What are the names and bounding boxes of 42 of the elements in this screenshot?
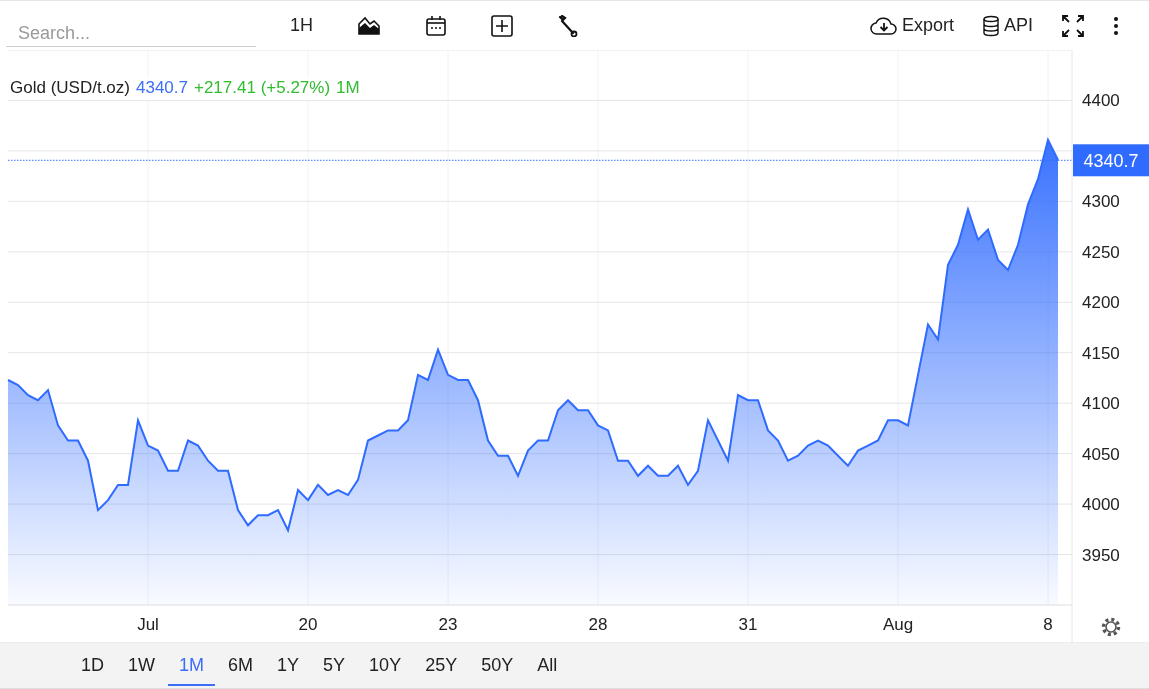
range-tab[interactable]: 25Y bbox=[414, 645, 469, 686]
y-axis-label: 4000 bbox=[1082, 495, 1120, 515]
range-tab[interactable]: 1Y bbox=[266, 645, 311, 686]
y-axis-label: 4200 bbox=[1082, 293, 1120, 313]
y-axis-label: 4400 bbox=[1082, 91, 1120, 111]
y-axis-label: 4100 bbox=[1082, 394, 1120, 414]
legend-price: 4340.7 bbox=[136, 78, 188, 98]
export-button[interactable]: Export bbox=[869, 15, 954, 36]
legend-change: +217.41 (+5.27%) bbox=[194, 78, 331, 98]
legend-name: Gold (USD/t.oz) bbox=[10, 78, 130, 98]
more-icon[interactable] bbox=[1113, 15, 1119, 36]
x-axis-label: 8 bbox=[1043, 615, 1053, 634]
y-axis-label: 4150 bbox=[1082, 343, 1120, 363]
x-axis-label: 23 bbox=[438, 615, 458, 634]
y-axis-label: 4250 bbox=[1082, 242, 1120, 262]
range-tab[interactable]: 1M bbox=[168, 645, 216, 686]
legend-period: 1M bbox=[336, 78, 360, 98]
range-tab[interactable]: All bbox=[526, 645, 569, 686]
x-axis-label: Jul bbox=[137, 615, 159, 634]
area-chart-icon[interactable] bbox=[357, 15, 381, 36]
y-axis-label: 4050 bbox=[1082, 444, 1120, 464]
add-icon[interactable] bbox=[491, 14, 513, 37]
range-tab[interactable]: 50Y bbox=[470, 645, 525, 686]
settings-icon[interactable] bbox=[1101, 617, 1121, 637]
range-tab[interactable]: 5Y bbox=[312, 645, 357, 686]
y-axis-label: 4300 bbox=[1082, 192, 1120, 212]
api-button[interactable]: API bbox=[982, 14, 1033, 37]
database-icon bbox=[982, 14, 1000, 37]
price-badge: 4340.7 bbox=[1073, 144, 1149, 177]
interval-button[interactable]: 1H bbox=[290, 15, 313, 36]
x-axis-label: 31 bbox=[738, 615, 758, 634]
range-tab[interactable]: 1D bbox=[70, 645, 115, 686]
x-axis-label: 28 bbox=[588, 615, 608, 634]
range-tab[interactable]: 6M bbox=[217, 645, 265, 686]
fullscreen-icon[interactable] bbox=[1061, 13, 1085, 38]
x-axis-label: 20 bbox=[298, 615, 318, 634]
range-tab[interactable]: 1W bbox=[117, 645, 166, 686]
calendar-icon[interactable] bbox=[425, 14, 447, 37]
y-axis-label: 3950 bbox=[1082, 545, 1120, 565]
x-axis-label: Aug bbox=[882, 615, 914, 634]
range-tab[interactable]: 10Y bbox=[358, 645, 413, 686]
cloud-download-icon bbox=[869, 15, 898, 36]
